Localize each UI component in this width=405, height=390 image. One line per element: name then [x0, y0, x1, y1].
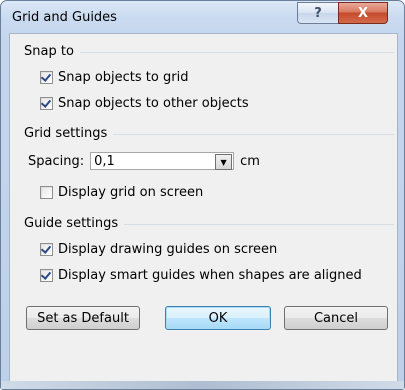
- snap-to-objects-option[interactable]: Snap objects to other objects: [40, 96, 249, 111]
- snap-to-grid-label: Snap objects to grid: [58, 70, 189, 85]
- set-as-default-button[interactable]: Set as Default: [26, 306, 140, 330]
- title-bar[interactable]: Grid and Guides ? X: [1, 1, 404, 33]
- snap-to-objects-checkbox[interactable]: [40, 97, 53, 110]
- dialog-title: Grid and Guides: [12, 10, 117, 25]
- grid-group-heading: Grid settings: [24, 126, 394, 141]
- dialog-body: Snap to Snap objects to grid Snap object…: [9, 33, 398, 383]
- drawing-guides-label: Display drawing guides on screen: [58, 242, 278, 257]
- spacing-row: Spacing: 0,1 ▼ cm: [28, 152, 260, 170]
- display-grid-label: Display grid on screen: [58, 185, 204, 200]
- dialog-window: Grid and Guides ? X Snap to Snap objects…: [0, 0, 405, 390]
- drawing-guides-checkbox[interactable]: [40, 243, 53, 256]
- guides-group-heading: Guide settings: [24, 216, 394, 231]
- display-grid-checkbox[interactable]: [40, 186, 53, 199]
- snap-group-heading: Snap to: [24, 44, 394, 59]
- smart-guides-label: Display smart guides when shapes are ali…: [58, 268, 362, 283]
- smart-guides-option[interactable]: Display smart guides when shapes are ali…: [40, 268, 362, 283]
- snap-to-grid-checkbox[interactable]: [40, 71, 53, 84]
- spacing-value: 0,1: [94, 153, 115, 169]
- close-icon: X: [357, 5, 369, 21]
- ok-button[interactable]: OK: [165, 306, 271, 330]
- spacing-unit: cm: [240, 153, 260, 169]
- help-icon: ?: [314, 5, 322, 21]
- display-grid-option[interactable]: Display grid on screen: [40, 185, 203, 200]
- spacing-input[interactable]: 0,1 ▼: [90, 152, 235, 170]
- smart-guides-checkbox[interactable]: [40, 269, 53, 282]
- cancel-button[interactable]: Cancel: [284, 306, 388, 330]
- window-bottom-border: [1, 381, 404, 389]
- snap-to-objects-label: Snap objects to other objects: [58, 96, 249, 111]
- spacing-label: Spacing:: [28, 153, 85, 169]
- group-divider: [113, 134, 394, 135]
- close-button[interactable]: X: [338, 2, 388, 24]
- chevron-down-icon: ▼: [220, 157, 227, 167]
- spacing-dropdown-button[interactable]: ▼: [215, 154, 233, 170]
- group-divider: [124, 224, 394, 225]
- drawing-guides-option[interactable]: Display drawing guides on screen: [40, 242, 277, 257]
- help-button[interactable]: ?: [297, 2, 339, 24]
- group-divider: [79, 52, 394, 53]
- snap-to-grid-option[interactable]: Snap objects to grid: [40, 70, 188, 85]
